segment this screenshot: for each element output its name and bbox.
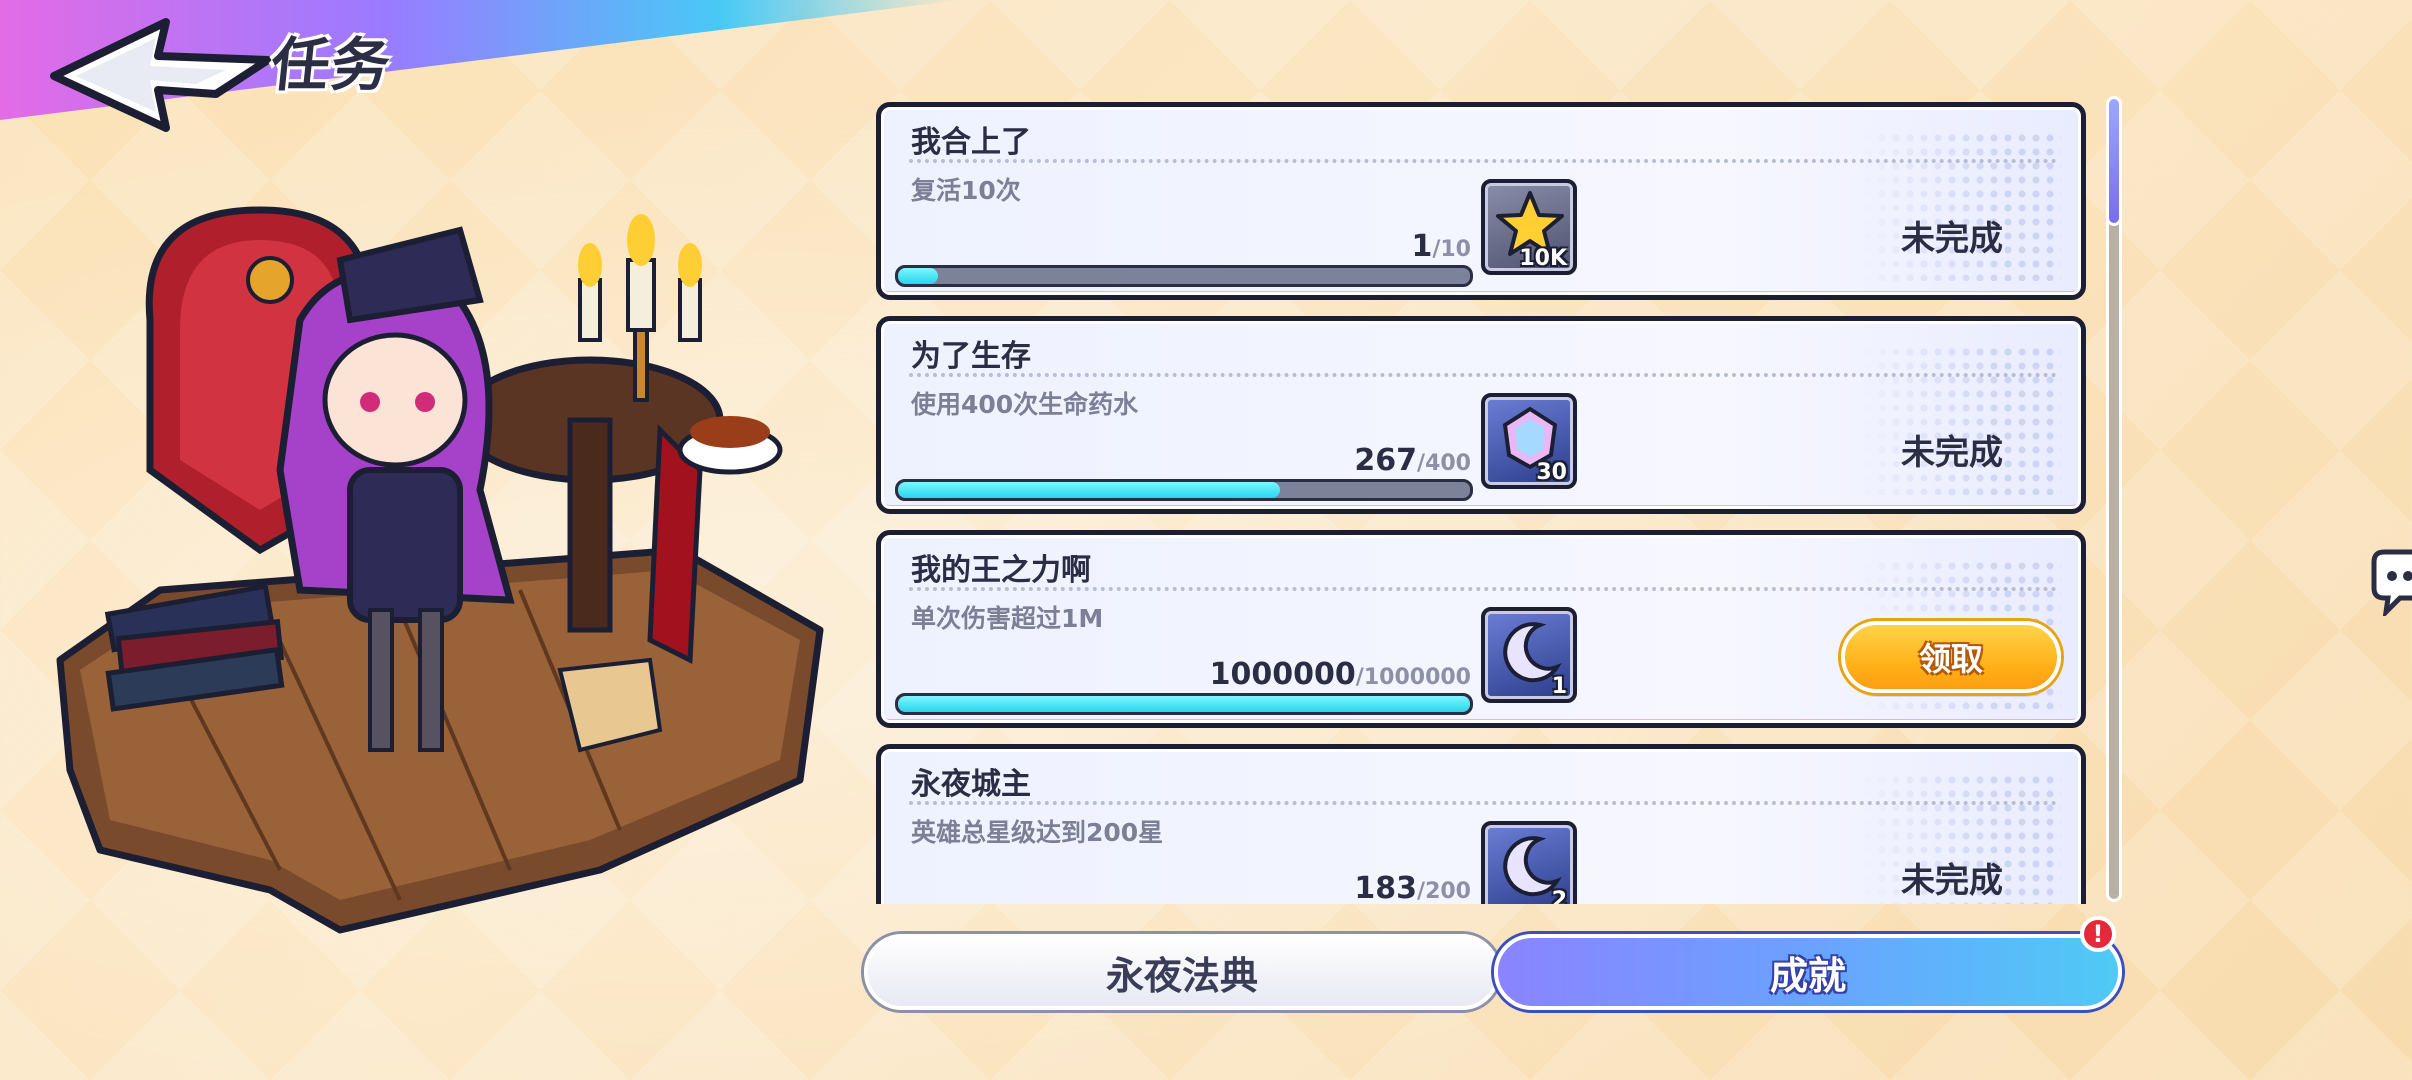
progress-current: 1000000 [1209, 657, 1356, 692]
progress-text: 267/400 [1354, 443, 1471, 478]
progress-max: /200 [1417, 879, 1471, 904]
task-divider [909, 373, 2057, 377]
tab-night-codex[interactable]: 永夜法典 [864, 934, 1500, 1010]
task-title: 为了生存 [911, 339, 1031, 374]
reward-slot[interactable]: 1 [1481, 607, 1577, 703]
claim-button[interactable]: 领取 [1841, 621, 2061, 693]
reward-count: 30 [1536, 460, 1567, 485]
progress-current: 1 [1411, 229, 1433, 264]
chat-button[interactable] [2370, 546, 2412, 620]
task-description: 单次伤害超过1M [911, 604, 1104, 633]
progress-bar [895, 479, 1473, 501]
status-label: 未完成 [1901, 219, 2003, 259]
progress-max: /10 [1432, 237, 1471, 262]
task-divider [909, 159, 2057, 163]
task-divider [909, 587, 2057, 591]
progress-bar [895, 693, 1473, 715]
task-title: 我合上了 [911, 125, 1031, 160]
reward-count: 1 [1551, 674, 1567, 699]
progress-max: /1000000 [1355, 665, 1471, 690]
reward-slot[interactable]: 10K [1481, 179, 1577, 275]
progress-text: 1000000/1000000 [1210, 657, 1471, 692]
scrollbar-thumb[interactable] [2106, 96, 2122, 226]
progress-fill [898, 268, 939, 284]
progress-bar [895, 265, 1473, 287]
task-description: 使用400次生命药水 [911, 390, 1139, 419]
reward-count: 10K [1519, 246, 1567, 271]
tab-achievements[interactable]: 成就 [1494, 934, 2122, 1010]
status-label: 未完成 [1901, 433, 2003, 473]
status-label: 未完成 [1901, 861, 2003, 901]
progress-current: 183 [1354, 871, 1418, 904]
page-title: 任务 [267, 31, 396, 99]
task-list[interactable]: 我合上了 复活10次 1/10 10K 未完成 为了生存 使用400次生命药水 … [876, 102, 2090, 904]
task-description: 英雄总星级达到200星 [911, 818, 1164, 847]
task-title: 永夜城主 [911, 767, 1031, 802]
task-divider [909, 801, 2057, 805]
task-card: 我合上了 复活10次 1/10 10K 未完成 [876, 102, 2086, 300]
task-card: 为了生存 使用400次生命药水 267/400 30 未完成 [876, 316, 2086, 514]
reward-slot[interactable]: 30 [1481, 393, 1577, 489]
notification-badge: ! [2080, 916, 2116, 952]
scrollbar-track[interactable] [2106, 96, 2122, 902]
back-arrow-icon [50, 18, 272, 132]
character-scene [40, 170, 840, 950]
task-title: 我的王之力啊 [911, 553, 1091, 588]
reward-slot[interactable]: 2 [1481, 821, 1577, 904]
progress-fill [898, 482, 1280, 498]
progress-fill [898, 696, 1470, 712]
chat-bubble-icon [2371, 549, 2412, 620]
task-card: 我的王之力啊 单次伤害超过1M 1000000/1000000 1 领取 [876, 530, 2086, 728]
progress-text: 183/200 [1354, 871, 1471, 904]
back-button[interactable] [46, 16, 276, 136]
progress-max: /400 [1417, 451, 1471, 476]
reward-count: 2 [1551, 888, 1567, 904]
progress-text: 1/10 [1411, 229, 1471, 264]
task-description: 复活10次 [911, 176, 1021, 205]
task-card: 永夜城主 英雄总星级达到200星 183/200 2 未完成 [876, 744, 2086, 904]
progress-current: 267 [1354, 443, 1418, 478]
